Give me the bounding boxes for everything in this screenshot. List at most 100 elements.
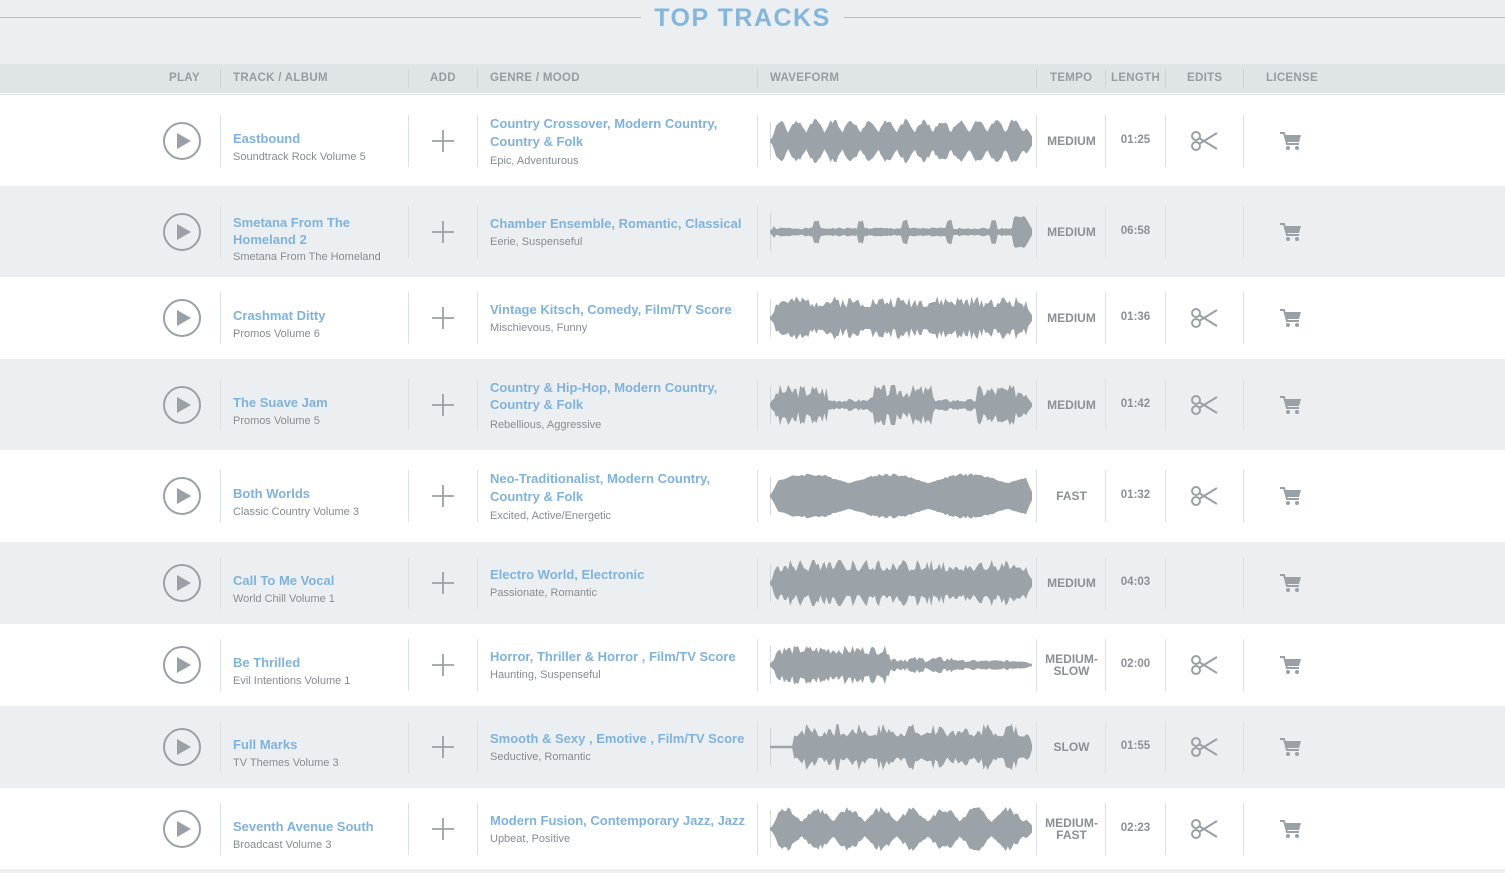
cart-icon: [1280, 487, 1301, 505]
play-button[interactable]: [163, 728, 201, 766]
genre-list: Modern Fusion, Contemporary Jazz, Jazz: [490, 812, 750, 830]
track-title-link[interactable]: Smetana From The Homeland 2: [233, 214, 403, 248]
genre-link[interactable]: Contemporary Jazz: [590, 813, 710, 828]
genre-link[interactable]: Country & Folk: [490, 134, 583, 149]
genre-list: Vintage Kitsch, Comedy, Film/TV Score: [490, 301, 750, 319]
genre-link[interactable]: Country Crossover: [490, 116, 607, 131]
add-to-playlist-button[interactable]: [431, 571, 455, 595]
album-link[interactable]: Broadcast Volume 3: [233, 838, 403, 852]
tempo-line: FAST: [1056, 827, 1087, 842]
genre-link[interactable]: Thriller & Horror: [537, 649, 642, 664]
genre-link[interactable]: Romantic: [619, 216, 678, 231]
edits-button[interactable]: [1190, 130, 1220, 152]
waveform-player[interactable]: [769, 380, 1032, 430]
track-title-link[interactable]: Crashmat Ditty: [233, 307, 403, 324]
genre-link[interactable]: Country & Hip-Hop: [490, 380, 607, 395]
edits-button[interactable]: [1190, 394, 1220, 416]
genre-link[interactable]: Jazz: [718, 813, 745, 828]
track-title-link[interactable]: Both Worlds: [233, 485, 403, 502]
edits-button[interactable]: [1190, 654, 1220, 676]
add-to-playlist-button[interactable]: [431, 817, 455, 841]
edits-button[interactable]: [1190, 307, 1220, 329]
genre-link[interactable]: Horror: [490, 649, 530, 664]
add-to-playlist-button[interactable]: [431, 735, 455, 759]
waveform-player[interactable]: [769, 804, 1032, 854]
waveform-player[interactable]: [769, 640, 1032, 690]
album-link[interactable]: Classic Country Volume 3: [233, 505, 403, 519]
row-column-divider: [757, 639, 758, 691]
edits-button[interactable]: [1190, 485, 1220, 507]
license-button[interactable]: [1279, 572, 1303, 594]
title-divider-left: [0, 17, 641, 18]
play-button[interactable]: [163, 477, 201, 515]
album-link[interactable]: World Chill Volume 1: [233, 592, 403, 606]
row-column-divider: [1165, 205, 1166, 258]
track-title-link[interactable]: Eastbound: [233, 130, 403, 147]
license-button[interactable]: [1279, 394, 1303, 416]
genre-link[interactable]: Film/TV Score: [645, 302, 732, 317]
waveform-player[interactable]: [769, 293, 1032, 343]
album-link[interactable]: Promos Volume 6: [233, 327, 403, 341]
add-to-playlist-button[interactable]: [431, 393, 455, 417]
license-button[interactable]: [1279, 485, 1303, 507]
tempo-line: MEDIUM: [1047, 397, 1096, 412]
license-button[interactable]: [1279, 736, 1303, 758]
add-to-playlist-button[interactable]: [431, 484, 455, 508]
album-link[interactable]: Evil Intentions Volume 1: [233, 674, 403, 688]
album-link[interactable]: Promos Volume 5: [233, 414, 403, 428]
row-column-divider: [477, 292, 478, 344]
play-button[interactable]: [163, 385, 201, 424]
genre-link[interactable]: Modern Country: [607, 471, 706, 486]
genre-link[interactable]: Neo-Traditionalist: [490, 471, 600, 486]
license-button[interactable]: [1279, 307, 1303, 329]
album-link[interactable]: TV Themes Volume 3: [233, 756, 403, 770]
waveform-player[interactable]: [769, 207, 1032, 257]
genre-link[interactable]: Classical: [685, 216, 741, 231]
edits-button[interactable]: [1190, 818, 1220, 840]
add-to-playlist-button[interactable]: [431, 653, 455, 677]
genre-link[interactable]: Country & Folk: [490, 397, 583, 412]
play-button[interactable]: [163, 646, 201, 684]
genre-link[interactable]: Film/TV Score: [658, 731, 745, 746]
waveform-player[interactable]: [769, 116, 1032, 166]
genre-link[interactable]: Modern Country: [614, 116, 713, 131]
play-button[interactable]: [163, 564, 201, 602]
genre-link[interactable]: Country & Folk: [490, 489, 583, 504]
track-title-link[interactable]: Call To Me Vocal: [233, 572, 403, 589]
track-title-link[interactable]: Be Thrilled: [233, 654, 403, 671]
genre-link[interactable]: Film/TV Score: [649, 649, 736, 664]
waveform-player[interactable]: [769, 722, 1032, 772]
genre-link[interactable]: Comedy: [587, 302, 637, 317]
waveform-player[interactable]: [769, 558, 1032, 608]
waveform-player[interactable]: [769, 471, 1032, 521]
tempo-value: SLOW: [1038, 741, 1105, 753]
row-column-divider: [408, 115, 409, 167]
edits-button[interactable]: [1190, 736, 1220, 758]
license-button[interactable]: [1279, 221, 1303, 243]
track-title-link[interactable]: The Suave Jam: [233, 394, 403, 411]
license-button[interactable]: [1279, 130, 1303, 152]
genre-link[interactable]: Modern Fusion: [490, 813, 583, 828]
album-link[interactable]: Smetana From The Homeland: [233, 250, 403, 264]
add-to-playlist-button[interactable]: [431, 306, 455, 330]
genre-link[interactable]: Smooth & Sexy: [490, 731, 589, 746]
license-button[interactable]: [1279, 654, 1303, 676]
track-row: Full Marks TV Themes Volume 3 Smooth & Sex…: [0, 706, 1505, 788]
genre-link[interactable]: Chamber Ensemble: [490, 216, 611, 231]
genre-link[interactable]: Electronic: [582, 567, 645, 582]
track-title-link[interactable]: Full Marks: [233, 736, 403, 753]
track-length: 04:03: [1120, 576, 1151, 588]
add-to-playlist-button[interactable]: [431, 220, 455, 244]
genre-link[interactable]: Electro World: [490, 567, 574, 582]
play-button[interactable]: [163, 122, 201, 160]
genre-link[interactable]: Vintage Kitsch: [490, 302, 580, 317]
genre-link[interactable]: Emotive: [596, 731, 650, 746]
genre-link[interactable]: Modern Country: [614, 380, 713, 395]
play-button[interactable]: [163, 299, 201, 337]
play-button[interactable]: [163, 809, 201, 848]
add-to-playlist-button[interactable]: [431, 129, 455, 153]
album-link[interactable]: Soundtrack Rock Volume 5: [233, 150, 403, 164]
track-title-link[interactable]: Seventh Avenue South: [233, 818, 403, 835]
play-button[interactable]: [163, 212, 201, 251]
license-button[interactable]: [1279, 818, 1303, 840]
